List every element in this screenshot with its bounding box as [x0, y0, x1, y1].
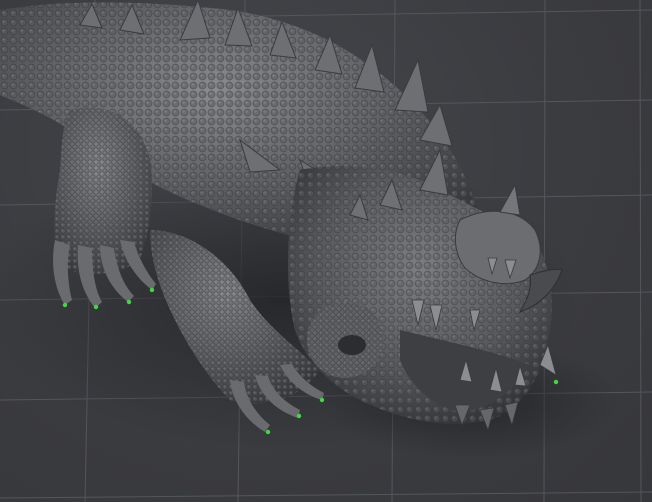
- selected-claw-tip: [296, 413, 302, 419]
- 3d-viewport[interactable]: [0, 0, 652, 502]
- selected-tooth-tip: [553, 379, 559, 385]
- selected-claw-tip: [93, 304, 99, 310]
- eye-socket: [338, 335, 366, 355]
- selected-claw-tip: [319, 397, 325, 403]
- selected-claw-tip: [149, 287, 155, 293]
- viewport-canvas[interactable]: [0, 0, 652, 502]
- selected-claw-tip: [126, 299, 132, 305]
- selected-claw-tip: [265, 429, 271, 435]
- selected-claw-tip: [62, 302, 68, 308]
